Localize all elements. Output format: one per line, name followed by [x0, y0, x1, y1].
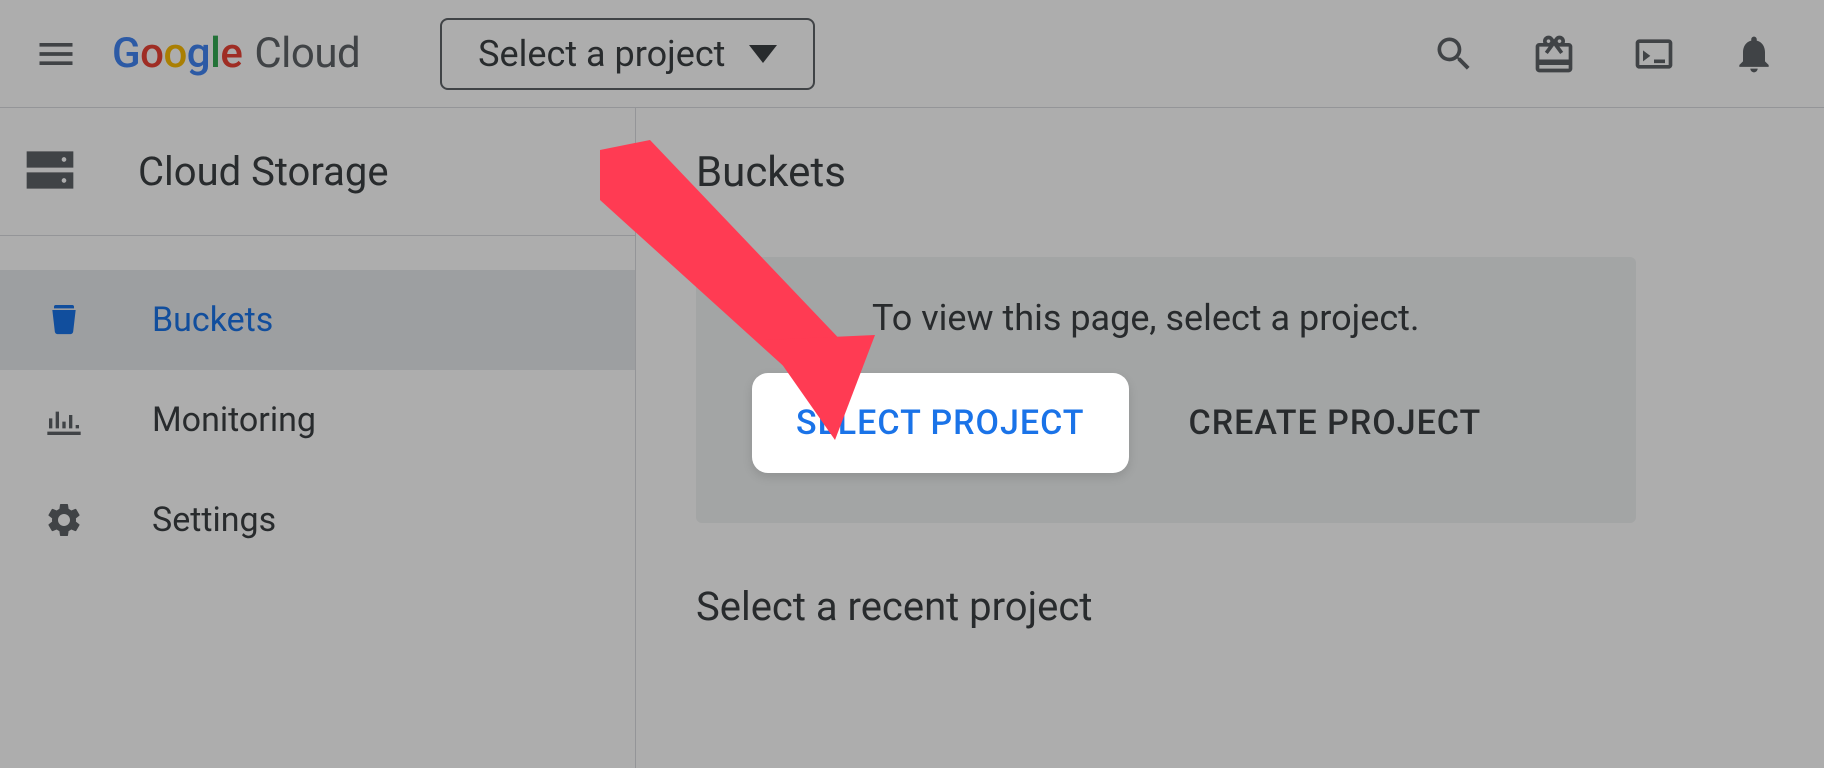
chevron-down-icon [749, 45, 777, 63]
recent-projects-heading: Select a recent project [696, 583, 1764, 630]
logo-google: Google [112, 29, 242, 78]
terminal-icon [1632, 32, 1676, 76]
sidebar-item-monitoring[interactable]: Monitoring [0, 370, 635, 470]
sidebar-item-label: Buckets [152, 300, 273, 340]
menu-button[interactable] [20, 32, 92, 76]
select-project-button[interactable]: SELECT PROJECT [752, 373, 1129, 473]
search-button[interactable] [1414, 32, 1494, 76]
gift-icon [1532, 32, 1576, 76]
create-project-button[interactable]: CREATE PROJECT [1189, 403, 1482, 443]
sidebar-item-label: Monitoring [152, 400, 316, 440]
main-content: Buckets To view this page, select a proj… [636, 108, 1824, 768]
sidebar-item-label: Settings [152, 500, 276, 540]
cloud-shell-button[interactable] [1614, 32, 1694, 76]
chart-icon [42, 400, 86, 440]
select-project-prompt: To view this page, select a project. SEL… [696, 257, 1636, 523]
bell-icon [1732, 32, 1776, 76]
hamburger-icon [34, 32, 78, 76]
project-picker[interactable]: Select a project [440, 18, 815, 90]
sidebar-header: Cloud Storage [0, 108, 635, 236]
app-header: Google Cloud Select a project [0, 0, 1824, 108]
search-icon [1432, 32, 1476, 76]
free-trial-button[interactable] [1514, 32, 1594, 76]
logo-cloud-text: Cloud [254, 29, 360, 78]
sidebar-item-settings[interactable]: Settings [0, 470, 635, 570]
sidebar-item-buckets[interactable]: Buckets [0, 270, 635, 370]
sidebar: Cloud Storage Buckets Monitoring Setting… [0, 108, 636, 768]
sidebar-title: Cloud Storage [138, 148, 389, 195]
google-cloud-logo[interactable]: Google Cloud [112, 29, 360, 78]
bucket-icon [42, 300, 86, 340]
page-title: Buckets [696, 148, 1764, 197]
project-picker-label: Select a project [478, 33, 725, 75]
gear-icon [42, 500, 86, 540]
prompt-message: To view this page, select a project. [752, 297, 1580, 339]
notifications-button[interactable] [1714, 32, 1794, 76]
cloud-storage-icon [22, 142, 78, 202]
